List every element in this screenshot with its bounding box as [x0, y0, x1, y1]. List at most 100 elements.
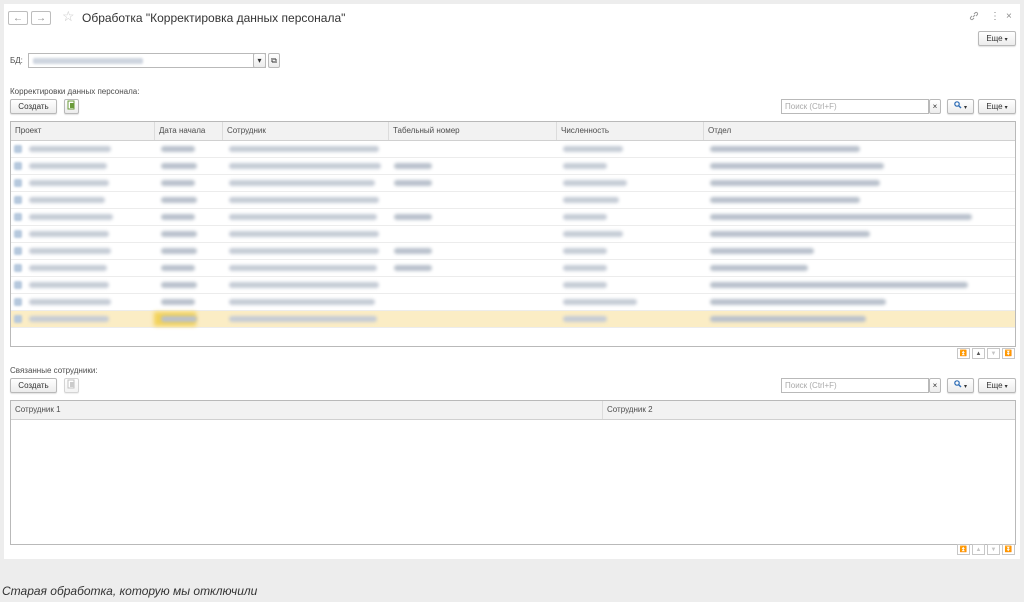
- table-cell-redacted: [229, 316, 377, 322]
- menu-icon[interactable]: ⋮: [990, 11, 1000, 22]
- table-cell-redacted: [710, 197, 860, 203]
- column-header-personnel-number[interactable]: Табельный номер: [389, 122, 557, 140]
- row-status-icon: [14, 281, 22, 289]
- column-header-project[interactable]: Проект: [11, 122, 155, 140]
- related-last-page-button[interactable]: ⏬: [1002, 544, 1015, 555]
- corrections-search-input[interactable]: Поиск (Ctrl+F): [781, 99, 929, 114]
- table-cell-redacted: [161, 316, 197, 322]
- table-row[interactable]: [11, 141, 1015, 158]
- down-icon: ▼: [990, 351, 997, 357]
- column-header-headcount[interactable]: Численность: [557, 122, 704, 140]
- corrections-search-button[interactable]: ▾: [947, 99, 974, 114]
- related-section-label: Связанные сотрудники:: [10, 366, 98, 375]
- clear-icon: ×: [932, 102, 938, 111]
- related-prev-button[interactable]: ▲: [972, 544, 985, 555]
- related-search-button[interactable]: ▾: [947, 378, 974, 393]
- create-related-button[interactable]: Создать: [10, 378, 57, 393]
- search-icon: [954, 101, 962, 109]
- chevron-down-icon: ▾: [963, 384, 967, 390]
- table-cell-redacted: [229, 231, 379, 237]
- next-button[interactable]: ▼: [987, 348, 1000, 359]
- table-cell-redacted: [394, 180, 432, 186]
- more-label: Еще: [986, 381, 1003, 390]
- prev-button[interactable]: ▲: [972, 348, 985, 359]
- last-icon: ⏬: [1004, 351, 1013, 357]
- related-search-clear[interactable]: ×: [929, 378, 941, 393]
- table-cell-redacted: [161, 231, 197, 237]
- corrections-table[interactable]: Проект Дата начала Сотрудник Табельный н…: [10, 121, 1016, 347]
- table-cell-redacted: [563, 197, 619, 203]
- table-row[interactable]: [11, 277, 1015, 294]
- table-cell-redacted: [563, 248, 607, 254]
- search-placeholder: Поиск (Ctrl+F): [785, 102, 837, 111]
- table-row[interactable]: [11, 226, 1015, 243]
- table-row[interactable]: [11, 260, 1015, 277]
- table-cell-redacted: [229, 214, 377, 220]
- related-first-page-button[interactable]: ⏫: [957, 544, 970, 555]
- db-open-button[interactable]: ⧉: [268, 53, 280, 68]
- table-row[interactable]: [11, 294, 1015, 311]
- table-cell-redacted: [29, 214, 113, 220]
- back-button[interactable]: ←: [8, 11, 28, 25]
- table-cell-redacted: [29, 180, 109, 186]
- corrections-search-clear[interactable]: ×: [929, 99, 941, 114]
- search-icon: [954, 380, 962, 388]
- create-correction-button[interactable]: Создать: [10, 99, 57, 114]
- forward-button[interactable]: →: [31, 11, 51, 25]
- table-cell-redacted: [229, 248, 379, 254]
- row-status-icon: [14, 315, 22, 323]
- table-cell-redacted: [161, 265, 195, 271]
- table-row[interactable]: [11, 209, 1015, 226]
- copy-button[interactable]: [64, 99, 79, 114]
- table-cell-redacted: [29, 197, 105, 203]
- related-next-button[interactable]: ▼: [987, 544, 1000, 555]
- table-cell-redacted: [394, 214, 432, 220]
- table-cell-redacted: [394, 163, 432, 169]
- row-status-icon: [14, 247, 22, 255]
- copy-icon: [67, 100, 75, 110]
- db-field[interactable]: [28, 53, 266, 68]
- last-page-button[interactable]: ⏬: [1002, 348, 1015, 359]
- copy-related-button[interactable]: [64, 378, 79, 393]
- row-status-icon: [14, 145, 22, 153]
- corrections-more-button[interactable]: Еще ▾: [978, 99, 1016, 114]
- more-button-top[interactable]: Еще ▾: [978, 31, 1016, 46]
- first-page-button[interactable]: ⏫: [957, 348, 970, 359]
- close-icon[interactable]: ×: [1006, 11, 1012, 22]
- table-cell-redacted: [563, 282, 607, 288]
- table-row[interactable]: [11, 175, 1015, 192]
- table-row[interactable]: [11, 158, 1015, 175]
- link-icon[interactable]: [969, 11, 979, 24]
- related-search-input[interactable]: Поиск (Ctrl+F): [781, 378, 929, 393]
- table-cell-redacted: [563, 316, 607, 322]
- favorite-star-icon[interactable]: ☆: [62, 8, 75, 25]
- db-dropdown-button[interactable]: ▾: [253, 53, 266, 68]
- column-header-department[interactable]: Отдел: [704, 122, 1015, 140]
- table-row[interactable]: [11, 243, 1015, 260]
- table-cell-redacted: [229, 265, 377, 271]
- table-cell-redacted: [29, 265, 107, 271]
- up-icon: ▲: [975, 351, 982, 357]
- table-cell-redacted: [710, 282, 968, 288]
- column-header-employee[interactable]: Сотрудник: [223, 122, 389, 140]
- table-cell-redacted: [710, 180, 880, 186]
- column-header-employee-1[interactable]: Сотрудник 1: [11, 401, 603, 419]
- arrow-left-icon: ←: [13, 13, 23, 24]
- related-more-button[interactable]: Еще ▾: [978, 378, 1016, 393]
- chevron-down-icon: ▾: [1004, 384, 1008, 390]
- chevron-down-icon: ▾: [257, 56, 262, 65]
- table-cell-redacted: [161, 299, 195, 305]
- table-cell-redacted: [229, 146, 379, 152]
- table-cell-redacted: [229, 197, 379, 203]
- column-header-employee-2[interactable]: Сотрудник 2: [603, 401, 1015, 419]
- copy-icon: [67, 379, 75, 389]
- related-table[interactable]: Сотрудник 1 Сотрудник 2: [10, 400, 1016, 545]
- table-row[interactable]: [11, 192, 1015, 209]
- table-row[interactable]: [11, 311, 1015, 328]
- table-cell-redacted: [394, 248, 432, 254]
- table-cell-redacted: [710, 299, 886, 305]
- column-header-start-date[interactable]: Дата начала: [155, 122, 223, 140]
- last-icon: ⏬: [1004, 547, 1013, 553]
- table-cell-redacted: [29, 282, 109, 288]
- chevron-down-icon: ▾: [1004, 105, 1008, 111]
